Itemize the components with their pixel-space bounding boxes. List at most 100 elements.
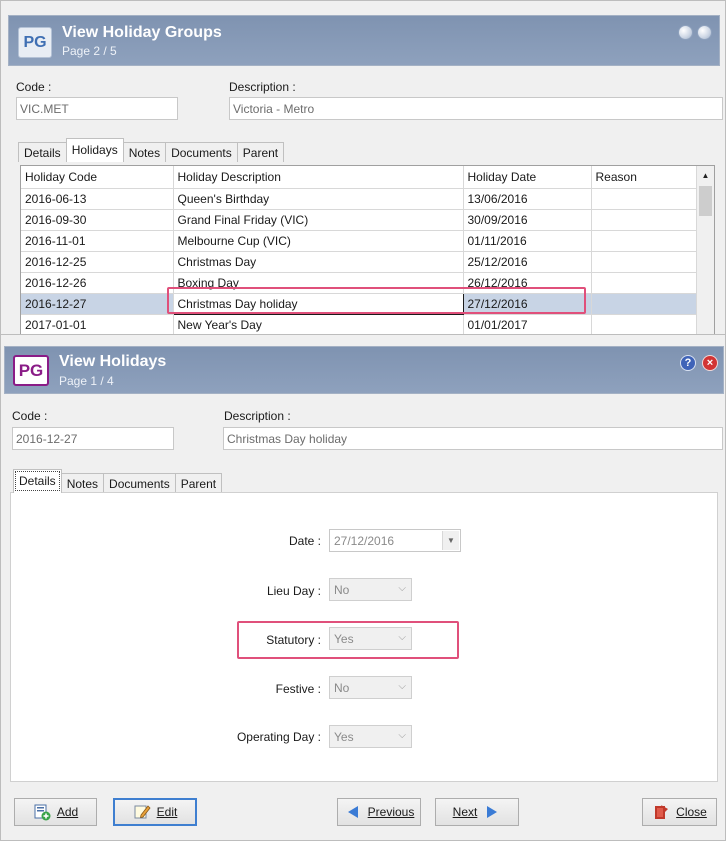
pg-logo: PG (13, 355, 49, 386)
previous-arrow-icon (344, 803, 362, 821)
cell-reason (591, 272, 698, 294)
cell-date: 27/12/2016 (463, 293, 592, 315)
column-header-holiday-description[interactable]: Holiday Description (173, 166, 464, 189)
cell-description: Queen's Birthday (173, 188, 464, 210)
cell-description: New Year's Day (173, 314, 464, 335)
previous-label: Previous (367, 805, 415, 819)
table-scrollbar[interactable]: ▲ (696, 166, 714, 335)
column-header-holiday-date[interactable]: Holiday Date (463, 166, 592, 189)
statutory-select[interactable]: Yes ⌵ (329, 627, 412, 650)
tab-holidays[interactable]: Holidays (65, 138, 124, 162)
holiday-groups-window: PG View Holiday Groups Page 2 / 5 Code :… (0, 0, 726, 336)
table-row-selected[interactable]: 2016-12-27 Christmas Day holiday 27/12/2… (21, 292, 698, 315)
table-row[interactable]: 2016-11-01 Melbourne Cup (VIC) 01/11/201… (21, 230, 698, 252)
chevron-down-icon: ⌵ (398, 632, 406, 643)
table-row[interactable]: 2016-09-30 Grand Final Friday (VIC) 30/0… (21, 209, 698, 231)
close-icon[interactable]: × (702, 355, 718, 371)
help-icon[interactable]: ? (680, 355, 696, 371)
close-icon[interactable] (697, 25, 712, 40)
operating-day-label: Operating Day : (236, 730, 321, 744)
statutory-label: Statutory : (266, 633, 321, 647)
edit-label: Edit (156, 805, 178, 819)
cell-code: 2016-12-25 (21, 251, 174, 273)
table-row[interactable]: 2016-12-25 Christmas Day 25/12/2016 (21, 251, 698, 273)
cell-date: 01/01/2017 (463, 314, 592, 335)
cell-date: 01/11/2016 (463, 230, 592, 252)
close-button[interactable]: Close (642, 798, 717, 826)
cell-reason (591, 251, 698, 273)
next-label: Next (452, 805, 478, 819)
cell-description: Christmas Day (173, 251, 464, 273)
previous-button[interactable]: Previous (337, 798, 421, 826)
operating-day-select[interactable]: Yes ⌵ (329, 725, 412, 748)
close-label: Close (676, 805, 707, 819)
code-field[interactable]: VIC.MET (16, 97, 178, 120)
chevron-down-icon: ⌵ (398, 681, 406, 692)
tab-details[interactable]: Details (13, 469, 62, 493)
holiday-groups-titlebar: PG View Holiday Groups Page 2 / 5 (8, 15, 720, 66)
festive-select[interactable]: No ⌵ (329, 676, 412, 699)
next-button[interactable]: Next (435, 798, 519, 826)
cell-date: 25/12/2016 (463, 251, 592, 273)
lieu-day-select[interactable]: No ⌵ (329, 578, 412, 601)
cell-description: Melbourne Cup (VIC) (173, 230, 464, 252)
description-label: Description : (229, 80, 296, 94)
holiday-tab-strip: Details Notes Documents Parent (13, 469, 223, 493)
groups-tab-strip: Details Holidays Notes Documents Parent (18, 138, 285, 162)
window-title: View Holidays (59, 353, 167, 370)
table-row[interactable]: 2017-01-01 New Year's Day 01/01/2017 (21, 314, 698, 335)
column-header-reason[interactable]: Reason (591, 166, 698, 189)
next-arrow-icon (483, 803, 501, 821)
minimize-icon[interactable] (678, 25, 693, 40)
scroll-up-icon[interactable]: ▲ (697, 166, 714, 184)
tab-documents[interactable]: Documents (165, 142, 238, 162)
festive-label: Festive : (275, 682, 321, 696)
date-picker[interactable]: 27/12/2016 ▼ (329, 529, 461, 552)
pg-logo: PG (18, 27, 52, 58)
close-door-icon (652, 803, 670, 821)
column-header-holiday-code[interactable]: Holiday Code (21, 166, 174, 189)
cell-code: 2017-01-01 (21, 314, 174, 335)
table-row[interactable]: 2016-06-13 Queen's Birthday 13/06/2016 (21, 188, 698, 210)
holiday-titlebar: PG View Holidays Page 1 / 4 ? × (4, 346, 724, 394)
details-panel: Date : 27/12/2016 ▼ Lieu Day : No ⌵ Stat… (10, 492, 718, 782)
tab-parent[interactable]: Parent (174, 473, 223, 493)
table-header-row: Holiday Code Holiday Description Holiday… (21, 166, 698, 189)
code-label: Code : (16, 80, 52, 94)
cell-code: 2016-12-27 (21, 293, 174, 315)
tab-documents[interactable]: Documents (103, 473, 176, 493)
operating-day-value: Yes (334, 730, 354, 744)
cell-code: 2016-06-13 (21, 188, 174, 210)
code-label: Code : (12, 409, 48, 423)
window-title: View Holiday Groups (62, 24, 222, 41)
cell-code: 2016-09-30 (21, 209, 174, 231)
tab-notes[interactable]: Notes (122, 142, 167, 162)
description-field[interactable]: Christmas Day holiday (223, 427, 723, 450)
lieu-day-value: No (334, 583, 350, 597)
cell-reason (591, 230, 698, 252)
cell-date: 30/09/2016 (463, 209, 592, 231)
description-field[interactable]: Victoria - Metro (229, 97, 723, 120)
add-label: Add (56, 805, 79, 819)
chevron-down-icon: ⌵ (398, 730, 406, 741)
page-indicator: Page 2 / 5 (62, 44, 117, 58)
cell-date: 26/12/2016 (463, 272, 592, 294)
tab-details[interactable]: Details (18, 142, 67, 162)
cell-code: 2016-11-01 (21, 230, 174, 252)
tab-parent[interactable]: Parent (236, 142, 285, 162)
code-field[interactable]: 2016-12-27 (12, 427, 174, 450)
lieu-day-label: Lieu Day : (266, 584, 321, 598)
cell-date: 13/06/2016 (463, 188, 592, 210)
cell-reason (591, 188, 698, 210)
tab-notes[interactable]: Notes (60, 473, 105, 493)
scroll-thumb[interactable] (699, 186, 712, 216)
holiday-window: PG View Holidays Page 1 / 4 ? × Code : 2… (0, 334, 726, 841)
add-button[interactable]: Add (14, 798, 97, 826)
description-label: Description : (224, 409, 291, 423)
edit-button[interactable]: Edit (113, 798, 197, 826)
add-icon (33, 803, 51, 821)
statutory-value: Yes (334, 632, 354, 646)
table-row[interactable]: 2016-12-26 Boxing Day 26/12/2016 (21, 272, 698, 294)
cell-description: Grand Final Friday (VIC) (173, 209, 464, 231)
dropdown-arrow-icon[interactable]: ▼ (442, 531, 459, 550)
